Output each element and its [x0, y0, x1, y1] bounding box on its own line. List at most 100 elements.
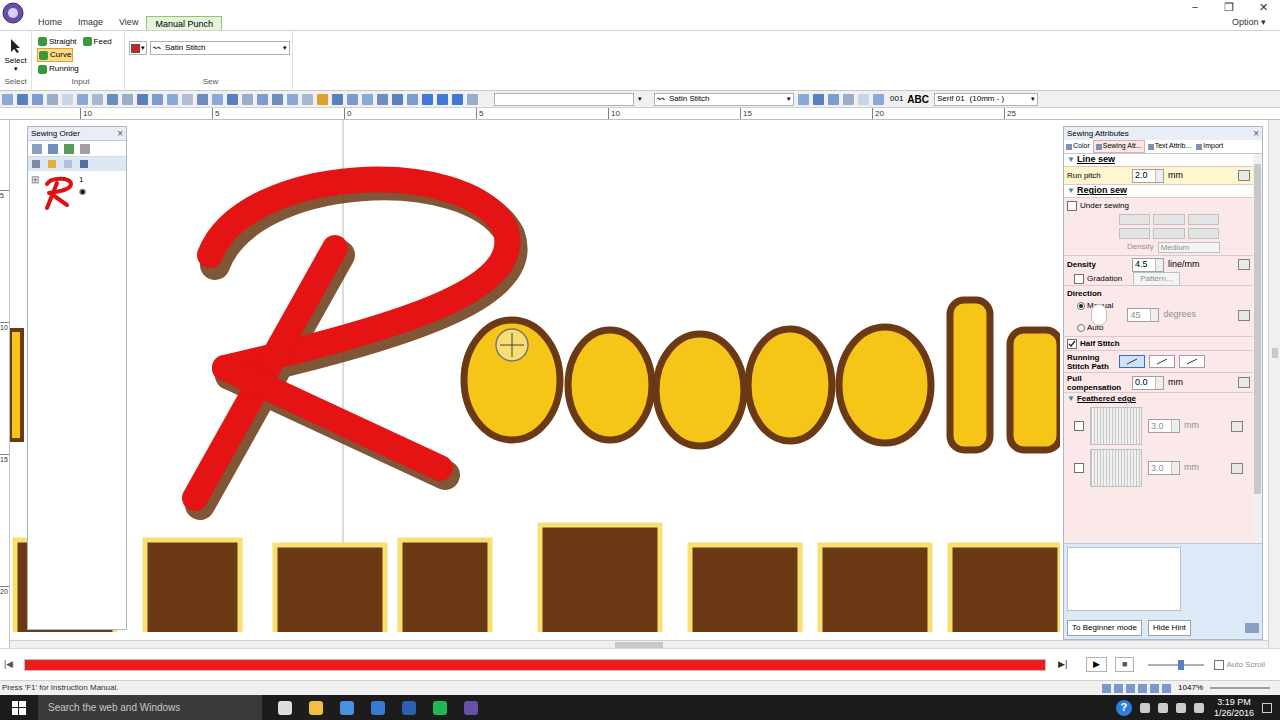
toolbar-icon[interactable] [287, 94, 298, 105]
toolbar-icon[interactable] [317, 94, 328, 105]
hint-button[interactable]: To Beginner mode [1067, 620, 1142, 636]
design-canvas[interactable]: Sewing Order×⊞1◉ [10, 120, 1060, 640]
play-button[interactable]: ▶ [1086, 657, 1107, 673]
toolbar-icon[interactable] [152, 94, 163, 105]
spin-icon[interactable] [1150, 309, 1158, 321]
ribbon-tab[interactable]: Image [70, 15, 111, 30]
pattern-icon[interactable] [1119, 228, 1150, 239]
app-logo-icon[interactable] [2, 2, 24, 24]
toolbar-icon[interactable] [272, 94, 283, 105]
number-field[interactable]: 3.0 [1148, 419, 1180, 433]
cursor-icon[interactable] [9, 38, 23, 54]
toolbar-icon[interactable] [407, 94, 418, 105]
number-field[interactable]: 45 [1127, 308, 1159, 322]
expander[interactable]: ⊞ [31, 175, 39, 185]
input-tool[interactable]: Straight [37, 35, 78, 48]
default-icon[interactable] [1231, 463, 1243, 474]
select-button[interactable]: Select [4, 57, 26, 65]
input-tool[interactable]: Feed [82, 35, 113, 48]
taskbar-app-icon[interactable] [433, 701, 447, 715]
eye-icon[interactable]: ◉ [79, 188, 86, 196]
sewing-order-item[interactable]: ⊞1◉ [28, 171, 126, 211]
half-stitch-checkbox[interactable] [1067, 339, 1077, 349]
toolbar-icon[interactable] [107, 94, 118, 105]
windows-logo-icon[interactable] [12, 701, 26, 715]
default-icon[interactable] [1238, 259, 1250, 270]
ribbon-tab[interactable]: Manual Punch [146, 15, 222, 30]
toolbar-icon[interactable] [48, 144, 58, 154]
number-field[interactable]: 4.5 [1132, 258, 1164, 272]
horizontal-scrollbar[interactable] [10, 640, 1268, 648]
toolbar-icon[interactable] [257, 94, 268, 105]
view-icon[interactable] [1102, 684, 1111, 693]
path-option[interactable] [1149, 355, 1175, 368]
toolbar-icon[interactable] [347, 94, 358, 105]
toolbar-icon[interactable] [212, 94, 223, 105]
auto-scroll-checkbox[interactable] [1214, 660, 1224, 670]
toolbar-icon[interactable] [858, 94, 869, 105]
toolbar-icon[interactable] [2, 94, 13, 105]
tray-icon[interactable] [1140, 703, 1150, 713]
dropdown-arrow[interactable]: ▾ [638, 94, 642, 105]
toolbar-icon[interactable] [64, 160, 72, 168]
toolbar-icon[interactable] [137, 94, 148, 105]
tray-icon[interactable] [1194, 703, 1204, 713]
toolbar-icon[interactable] [47, 94, 58, 105]
toolbar-icon[interactable] [17, 94, 28, 105]
toolbar-icon[interactable] [32, 160, 40, 168]
toolbar-icon[interactable] [828, 94, 839, 105]
toolbar-icon[interactable] [843, 94, 854, 105]
toolbar-icon[interactable] [182, 94, 193, 105]
toolbar-icon[interactable] [873, 94, 884, 105]
spin-icon[interactable] [1171, 420, 1179, 432]
toolbar-icon[interactable] [452, 94, 463, 105]
view-icon[interactable] [1138, 684, 1147, 693]
taskbar-app-icon[interactable] [278, 701, 292, 715]
empty-dropdown[interactable] [494, 93, 634, 106]
toolbar-icon[interactable] [77, 94, 88, 105]
path-option[interactable] [1179, 355, 1205, 368]
pattern-icon[interactable] [1188, 228, 1219, 239]
font-dropdown[interactable]: Serif 01(10mm - )▾ [934, 93, 1038, 106]
direction-dial[interactable] [1091, 304, 1107, 326]
spin-icon[interactable] [1155, 170, 1163, 182]
stitch-dropdown[interactable]: 〰Satin Stitch▾ [654, 93, 794, 106]
default-icon[interactable] [1238, 170, 1250, 181]
view-icon[interactable] [1162, 684, 1171, 693]
attribute-tab[interactable]: Text Attrib... [1146, 140, 1194, 153]
toolbar-icon[interactable] [422, 94, 433, 105]
speed-slider[interactable] [1148, 660, 1204, 670]
feather-checkbox[interactable] [1074, 463, 1084, 473]
number-field[interactable]: 2.0 [1132, 169, 1164, 183]
window-control[interactable]: − [1178, 0, 1212, 15]
toolbar-icon[interactable] [122, 94, 133, 105]
toolbar-icon[interactable] [64, 144, 74, 154]
search-box[interactable]: Search the web and Windows [38, 695, 262, 720]
toolbar-icon[interactable] [80, 160, 88, 168]
progress-track[interactable] [24, 659, 1046, 671]
attribute-tab[interactable]: Color [1064, 140, 1092, 153]
stop-button[interactable]: ■ [1115, 657, 1134, 673]
pattern-icon[interactable] [1188, 214, 1219, 225]
tray-icon[interactable] [1176, 703, 1186, 713]
close-button[interactable]: × [117, 129, 123, 139]
stitch-dropdown[interactable]: 〰Satin Stitch▾ [150, 41, 290, 55]
ribbon-tab[interactable]: Home [30, 15, 70, 30]
close-button[interactable]: × [1253, 129, 1259, 139]
taskbar-app-icon[interactable] [309, 701, 323, 715]
start-button[interactable]: |◀ [4, 658, 20, 672]
toolbar-icon[interactable] [798, 94, 809, 105]
ribbon-tab[interactable]: View [111, 15, 146, 30]
number-field[interactable]: 3.0 [1148, 461, 1180, 475]
gradation-checkbox[interactable] [1074, 274, 1084, 284]
spin-icon[interactable] [1155, 377, 1163, 389]
attribute-tab[interactable]: Import [1194, 140, 1225, 153]
toolbar-icon[interactable] [32, 144, 42, 154]
toolbar-icon[interactable] [92, 94, 103, 105]
toolbar-icon[interactable] [48, 160, 56, 168]
pattern-icon[interactable] [1153, 228, 1184, 239]
pattern-button[interactable]: Pattern... [1133, 272, 1179, 286]
toolbar-icon[interactable] [332, 94, 343, 105]
toolbar-icon[interactable] [392, 94, 403, 105]
section-header[interactable]: ▼Region sew [1064, 185, 1253, 198]
